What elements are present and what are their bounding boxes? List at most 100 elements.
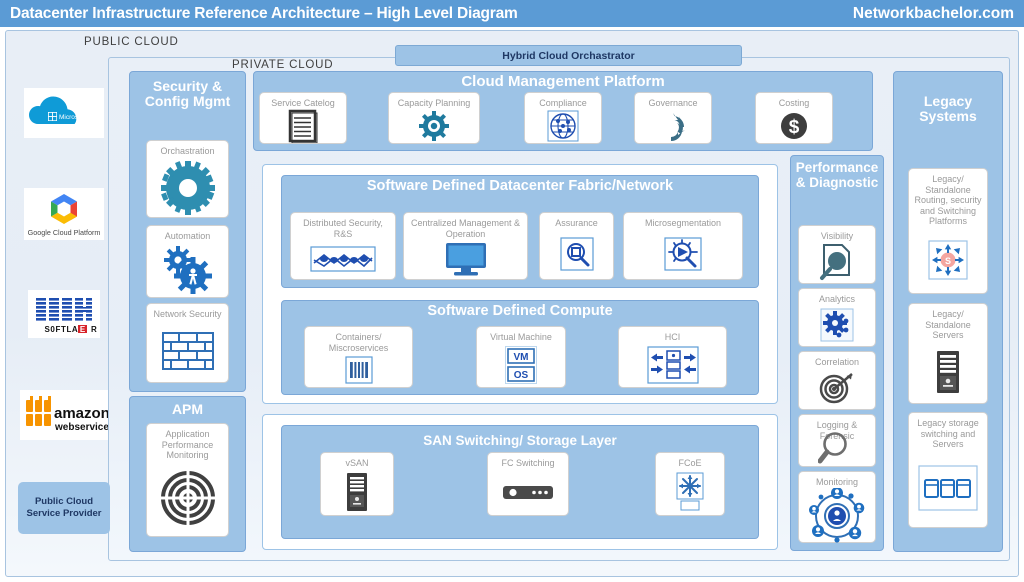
- tile-network-security[interactable]: Network Security: [146, 303, 229, 383]
- switch-chassis-icon: [488, 469, 568, 515]
- tile-logging-forensic[interactable]: Logging & Forensic: [798, 414, 876, 467]
- sdc-compute-title: Software Defined Compute: [427, 303, 613, 319]
- tile-fcoe[interactable]: FCoE: [655, 452, 725, 516]
- tile-costing[interactable]: Costing $: [755, 92, 833, 144]
- tile-microsegmentation[interactable]: Microsegmentation: [623, 212, 743, 280]
- tile-hci-label: HCI: [664, 332, 681, 342]
- tile-capacity-planning[interactable]: Capacity Planning: [388, 92, 480, 144]
- tile-visibility[interactable]: Visibility: [798, 225, 876, 284]
- tile-virtual-machine-label: Virtual Machine: [490, 332, 552, 342]
- cog-sun-icon: [389, 109, 479, 143]
- sddc-fabric-title: Software Defined Datacenter Fabric/Netwo…: [366, 178, 674, 194]
- tile-vsan[interactable]: vSAN: [320, 452, 394, 516]
- san-storage-title: SAN Switching/ Storage Layer: [423, 433, 617, 448]
- tile-visibility-label: Visibility: [820, 231, 854, 241]
- hybrid-cloud-orchestrator-banner: Hybrid Cloud Orchastrator: [395, 45, 742, 66]
- diagram-canvas: Datacenter Infrastructure Reference Arch…: [0, 0, 1024, 582]
- tile-fc-switching[interactable]: FC Switching: [487, 452, 569, 516]
- svg-text:R: R: [91, 325, 97, 334]
- tile-application-performance-monitoring[interactable]: Application Performance Monitoring: [146, 423, 229, 537]
- tile-orchastration[interactable]: Orchastration: [146, 140, 229, 218]
- svg-text:S0FTLAY: S0FTLAY: [44, 325, 83, 334]
- tile-service-catelog[interactable]: Service Catelog: [259, 92, 347, 144]
- ibm-softlayer-logo: S0FTLAY E R: [28, 290, 100, 338]
- document-lines-icon: [260, 109, 346, 143]
- tile-legacy-standalone-servers-label: Legacy/ Standalone Servers: [925, 309, 971, 341]
- page-title: Datacenter Infrastructure Reference Arch…: [10, 4, 518, 22]
- users-network-icon: [799, 487, 875, 544]
- server-tower-icon: [909, 341, 987, 403]
- svg-text:Microsoft Azure: Microsoft Azure: [59, 114, 104, 121]
- dollar-coin-icon: $: [756, 109, 832, 143]
- tile-compliance[interactable]: Compliance: [524, 92, 602, 144]
- tile-monitoring-label: Monitoring: [815, 477, 859, 487]
- svg-text:$: $: [789, 117, 800, 138]
- security-config-mgmt-title: Security & Config Mgmt: [144, 78, 231, 110]
- tile-virtual-machine[interactable]: Virtual Machine VM OS: [476, 326, 566, 388]
- svg-text:amazon: amazon: [54, 405, 108, 422]
- tile-automation-label: Automation: [164, 231, 211, 241]
- tile-capacity-planning-label: Capacity Planning: [397, 98, 471, 108]
- firewall-brick-icon: [147, 320, 228, 382]
- cloud-management-platform-title: Cloud Management Platform: [461, 73, 665, 90]
- tile-correlation-label: Correlation: [814, 357, 860, 367]
- pcsp-line1: Public Cloud: [34, 495, 94, 507]
- tile-network-security-label: Network Security: [153, 309, 222, 319]
- gear-icon: [147, 157, 228, 217]
- tile-legacy-standalone-servers[interactable]: Legacy/ Standalone Servers: [908, 303, 988, 404]
- tile-hci[interactable]: HCI: [618, 326, 727, 388]
- tile-centralized-management-operation[interactable]: Centralized Management & Operation: [403, 212, 528, 280]
- tile-governance[interactable]: Governance: [634, 92, 712, 144]
- tile-service-catelog-label: Service Catelog: [271, 98, 335, 108]
- brand-label: Networkbachelor.com: [852, 4, 1014, 22]
- legacy-systems-title: Legacy Systems: [919, 93, 977, 125]
- private-cloud-label: PRIVATE CLOUD: [232, 59, 334, 71]
- tile-distributed-security-rs-label: Distributed Security, R&S: [303, 218, 383, 239]
- tile-containers-microservices-label: Containers/ Miscroservices: [328, 332, 389, 353]
- radar-target-icon: [147, 461, 228, 536]
- segment-magnifier-icon: [624, 229, 742, 279]
- tile-vsan-label: vSAN: [345, 458, 369, 468]
- apm-title: APM: [171, 401, 204, 417]
- public-cloud-service-provider-legend: Public Cloud Service Provider: [18, 482, 110, 534]
- storage-disks-icon: [909, 450, 987, 527]
- public-cloud-label: PUBLIC CLOUD: [84, 36, 179, 48]
- svg-text:E: E: [80, 325, 86, 334]
- tile-legacy-routing-switching[interactable]: Legacy/ Standalone Routing, security and…: [908, 168, 988, 294]
- automation-gears-icon: [147, 242, 228, 297]
- svg-text:webservices: webservices: [54, 422, 108, 433]
- tile-assurance[interactable]: Assurance: [539, 212, 614, 280]
- tile-apm-label: Application Performance Monitoring: [161, 429, 214, 461]
- tile-analytics[interactable]: Analytics: [798, 288, 876, 347]
- monitor-icon: [404, 239, 527, 279]
- hybrid-cloud-orchestrator-label: Hybrid Cloud Orchastrator: [502, 49, 635, 62]
- tile-centralized-management-operation-label: Centralized Management & Operation: [410, 218, 521, 239]
- tile-legacy-storage-switching-servers-label: Legacy storage switching and Servers: [917, 418, 979, 450]
- analytics-gear-icon: [799, 305, 875, 346]
- title-bar: Datacenter Infrastructure Reference Arch…: [0, 0, 1024, 27]
- performance-diagnostic-title: Performance & Diagnostic: [795, 160, 879, 190]
- tile-monitoring[interactable]: Monitoring: [798, 471, 876, 543]
- google-cloud-platform-logo: Google Cloud Platform: [24, 188, 104, 240]
- tile-assurance-label: Assurance: [555, 218, 598, 228]
- svg-text:S: S: [945, 256, 951, 266]
- tile-fc-switching-label: FC Switching: [501, 458, 555, 468]
- fabric-star-icon: [656, 469, 724, 515]
- tile-distributed-security-rs[interactable]: Distributed Security, R&S: [290, 212, 396, 280]
- svg-text:VM: VM: [514, 352, 529, 363]
- tile-legacy-routing-switching-label: Legacy/ Standalone Routing, security and…: [914, 174, 982, 227]
- tile-governance-label: Governance: [648, 98, 698, 108]
- tile-containers-microservices[interactable]: Containers/ Miscroservices: [304, 326, 413, 388]
- pcsp-line2: Service Provider: [26, 508, 102, 519]
- tile-legacy-storage-switching-servers[interactable]: Legacy storage switching and Servers: [908, 412, 988, 528]
- globe-network-icon: [525, 109, 601, 143]
- vm-os-icon: VM OS: [477, 343, 565, 387]
- svg-text:Google Cloud Platform: Google Cloud Platform: [28, 228, 101, 237]
- doc-magnifier-icon: [799, 242, 875, 283]
- magnifier-icon: [799, 427, 875, 466]
- microsoft-azure-logo: Microsoft Azure: [24, 88, 104, 138]
- tile-automation[interactable]: Automation: [146, 225, 229, 298]
- tile-costing-label: Costing: [778, 98, 810, 108]
- tile-compliance-label: Compliance: [539, 98, 587, 108]
- tile-correlation[interactable]: Correlation: [798, 351, 876, 410]
